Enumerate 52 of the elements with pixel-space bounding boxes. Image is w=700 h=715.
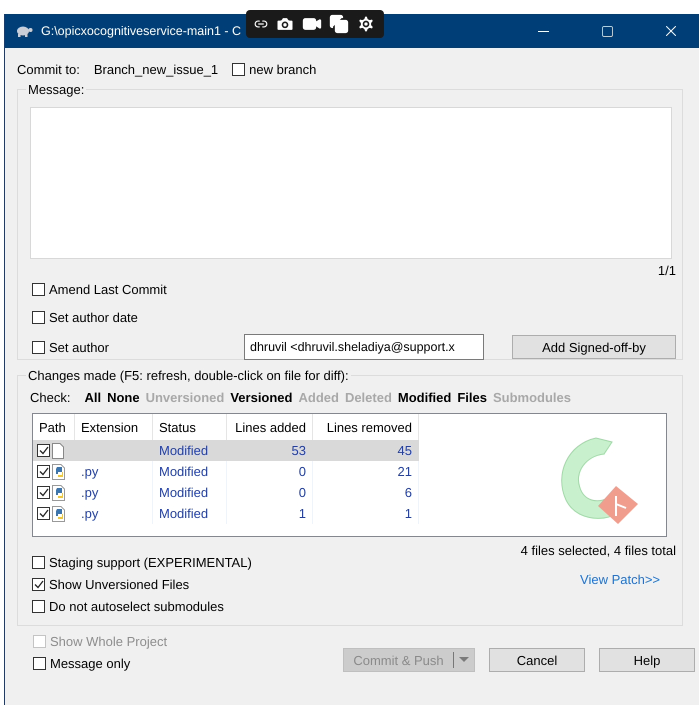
group-title: Changes made (F5: refresh, double-click on file for diff):: [27, 368, 350, 383]
checkbox[interactable]: [37, 507, 50, 520]
checkbox-label: Show Unversioned Files: [49, 576, 190, 592]
message-counter: 1/1: [658, 263, 676, 278]
dialog-button[interactable]: Help: [599, 648, 695, 672]
status-cell: Modified: [153, 440, 227, 461]
checkbox[interactable]: [32, 340, 45, 354]
python-file-icon: [52, 484, 68, 500]
group-title: Message:: [27, 82, 86, 97]
checkbox[interactable]: [37, 486, 50, 499]
checkbox[interactable]: [33, 656, 46, 670]
window-title: G:\opicxocognitiveservice-main1 - C: [41, 24, 242, 38]
dialog-button[interactable]: Cancel: [489, 648, 585, 672]
branch-name: Branch_new_issue_1: [94, 62, 218, 76]
lines-removed-cell: 45: [313, 440, 419, 461]
toolbar-button[interactable]: [329, 14, 350, 34]
checkbox-label: Show Whole Project: [50, 634, 168, 648]
author-field[interactable]: dhruvil <dhruvil.sheladiya@support.x: [244, 334, 484, 360]
checkbox-label: Message only: [50, 656, 130, 670]
add-signed-off-button[interactable]: Add Signed-off-by: [512, 335, 676, 359]
checkbox[interactable]: [37, 465, 50, 478]
checkbox[interactable]: [32, 556, 45, 568]
filter-link[interactable]: All: [84, 390, 102, 404]
filter-link[interactable]: Modified: [398, 390, 452, 404]
lines-added-cell: 53: [227, 440, 313, 461]
checkbox-label: Staging support (EXPERIMENTAL): [49, 554, 252, 570]
python-file-icon: [52, 506, 68, 522]
windows-icon: [329, 14, 350, 34]
filter-link[interactable]: Versioned: [230, 390, 292, 404]
checkbox[interactable]: [232, 62, 246, 76]
message-field[interactable]: [30, 107, 672, 259]
checkbox-label: Do not autoselect submodules: [49, 598, 224, 614]
filter-link[interactable]: None: [107, 390, 140, 404]
maximize-icon: [600, 24, 614, 38]
file-icon: [52, 442, 64, 458]
checkbox-label: Set author date: [49, 310, 138, 324]
checkbox-label: Amend Last Commit: [49, 282, 167, 296]
minimize-icon: [538, 30, 548, 32]
file-summary: 4 files selected, 4 files total: [520, 543, 676, 558]
checkbox[interactable]: [32, 600, 45, 612]
checkbox[interactable]: [32, 310, 45, 324]
checkbox[interactable]: [32, 578, 45, 590]
checkbox[interactable]: [37, 444, 50, 457]
checkbox-label: new branch: [249, 62, 316, 76]
checkbox-label: Set author: [49, 340, 109, 354]
python-file-icon: [52, 464, 68, 480]
commit-to-label: Commit to:: [17, 62, 80, 76]
check-label: Check:: [30, 390, 70, 404]
checkbox[interactable]: [32, 282, 45, 296]
turtle-icon: [15, 24, 33, 38]
view-patch-link[interactable]: View Patch>>: [580, 572, 660, 587]
filter-link[interactable]: Files: [457, 390, 487, 404]
